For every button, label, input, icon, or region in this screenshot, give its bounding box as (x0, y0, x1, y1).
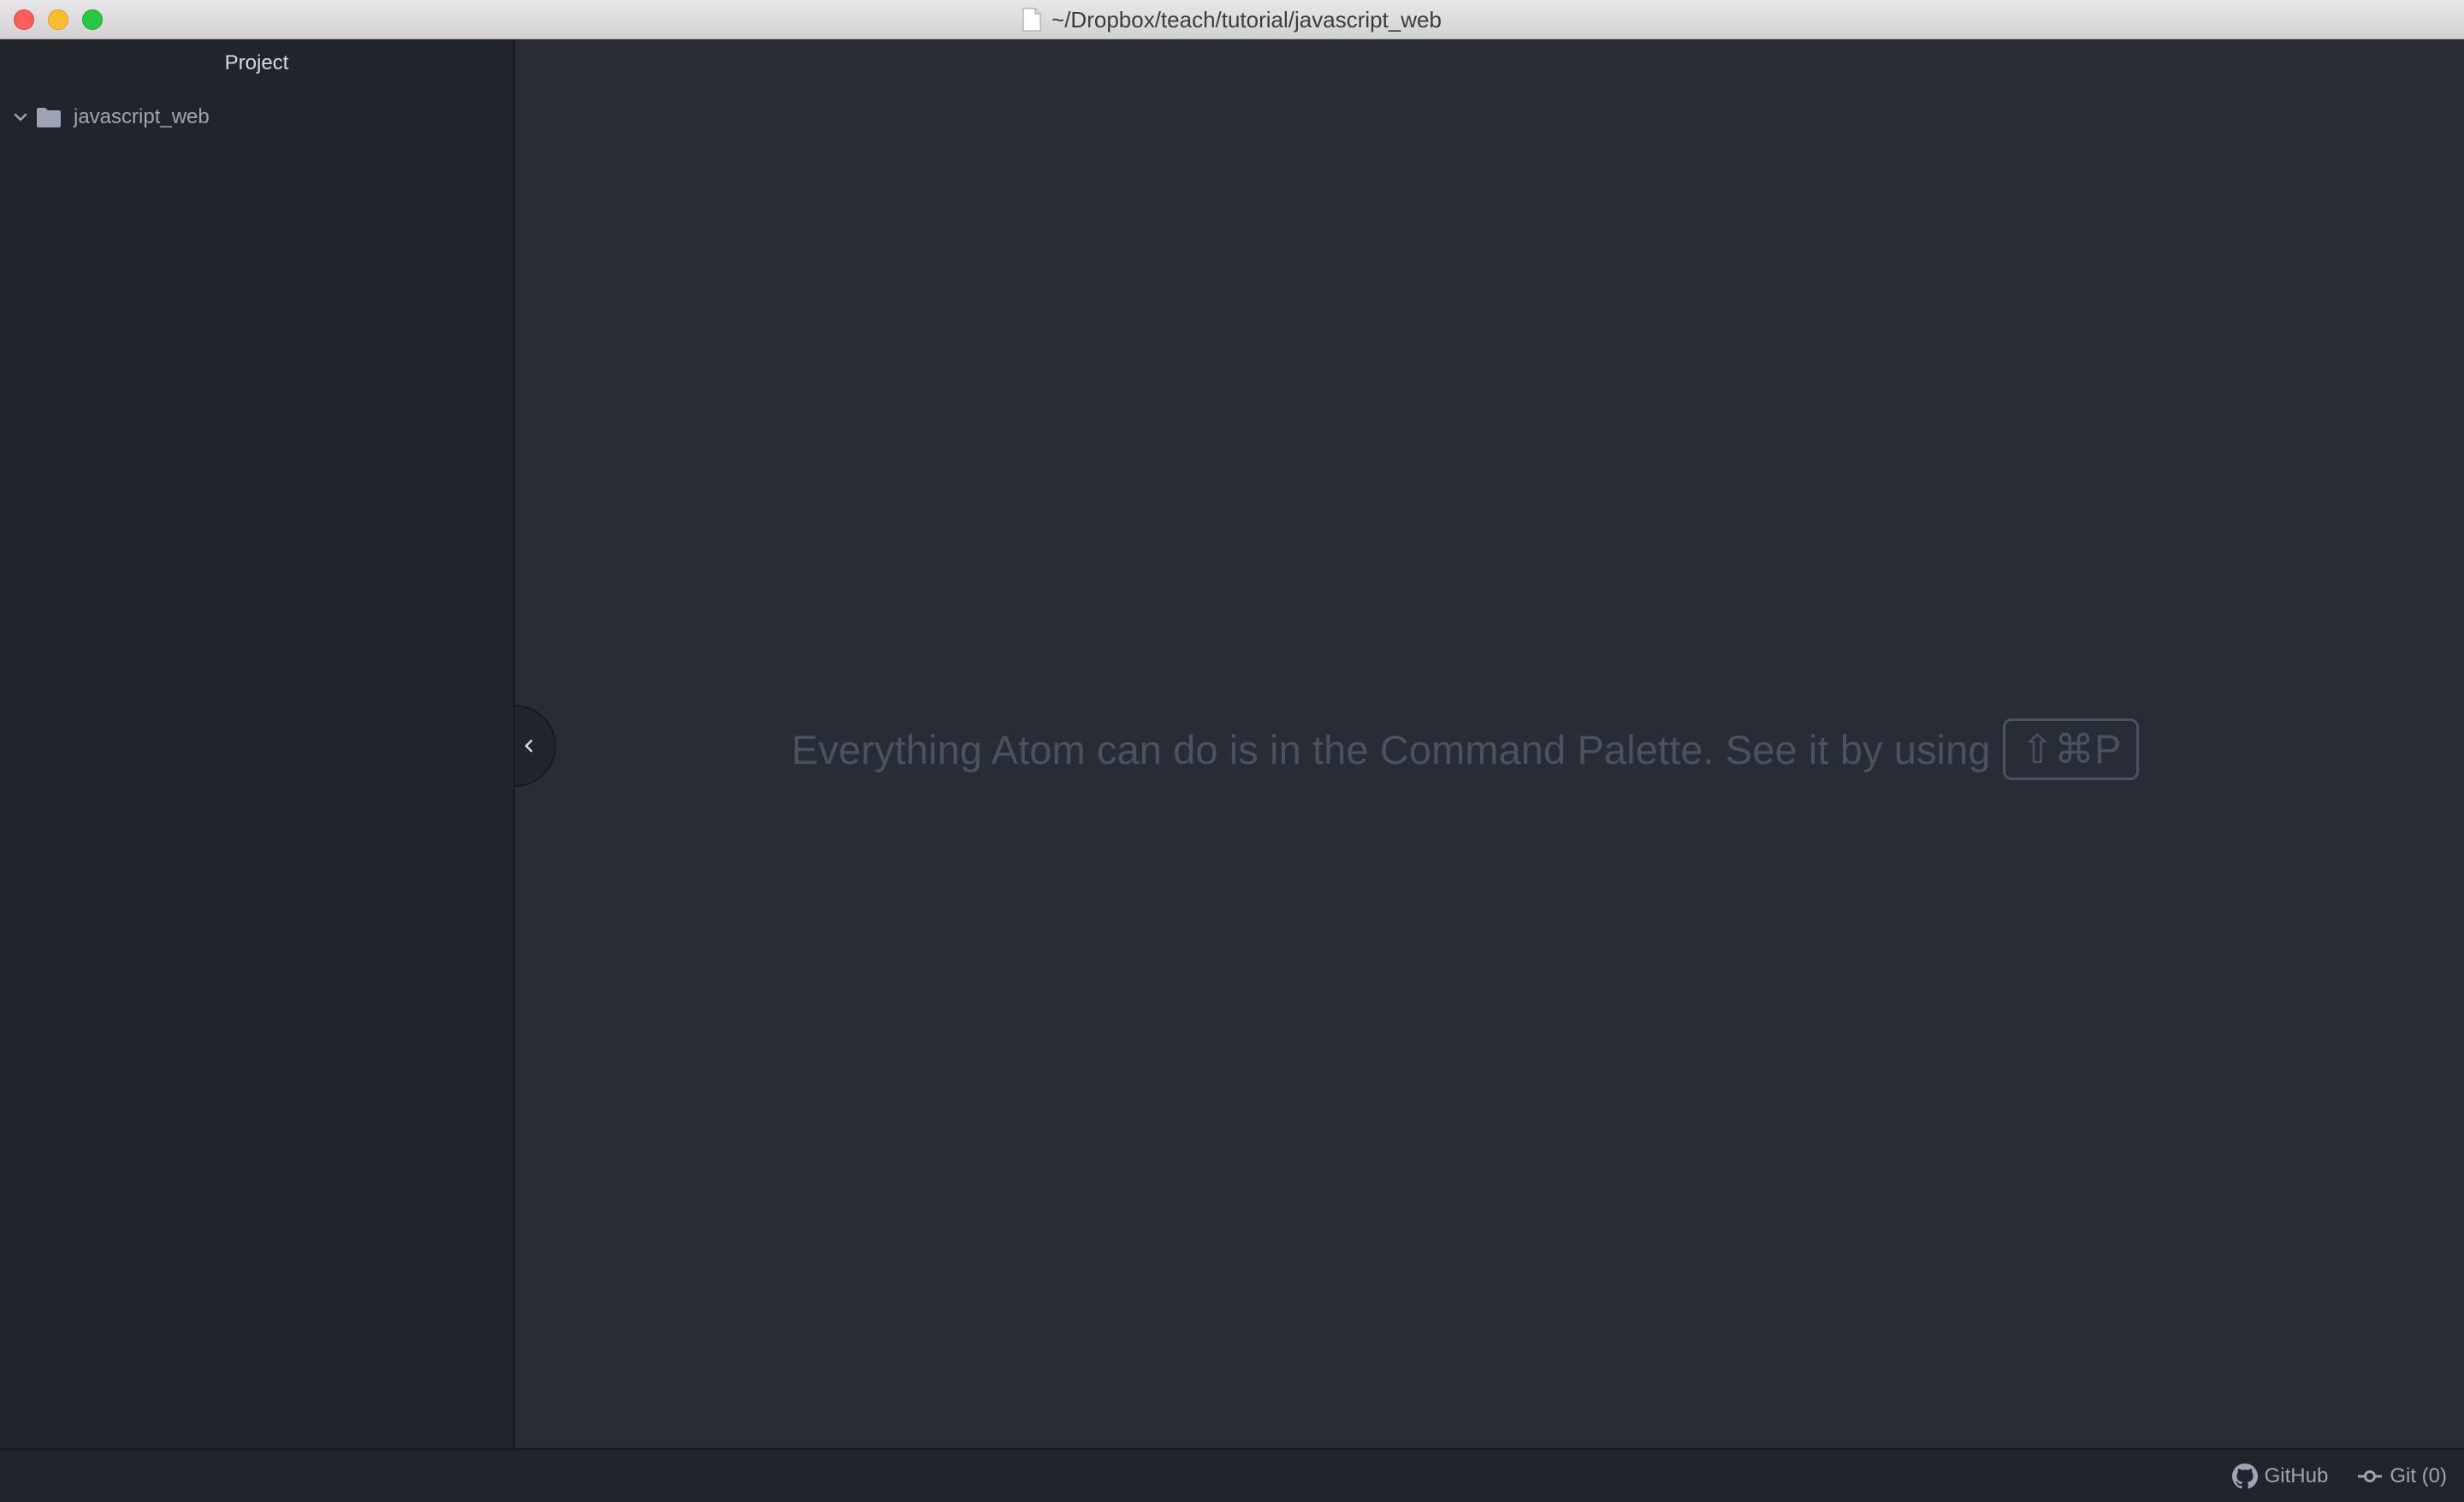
window-title-group: ~/Dropbox/teach/tutorial/javascript_web (0, 0, 2464, 39)
tree-root-label: javascript_web (74, 105, 210, 128)
github-tile-label: GitHub (2264, 1464, 2329, 1487)
welcome-hint: Everything Atom can do is in the Command… (791, 717, 2194, 782)
command-palette-shortcut: ⇧⌘P (2002, 718, 2140, 780)
git-commit-icon (2358, 1469, 2383, 1482)
chevron-left-icon (524, 739, 533, 753)
tree-view-panel: Project javascript_web (0, 39, 515, 1448)
status-bar-right: GitHub Git (0) (2231, 1450, 2447, 1502)
chevron-down-icon[interactable] (12, 109, 29, 126)
window-title: ~/Dropbox/teach/tutorial/javascript_web (1051, 6, 1442, 33)
status-bar: GitHub Git (0) (0, 1448, 2464, 1502)
folder-icon (37, 108, 61, 127)
tab-project[interactable]: Project (0, 39, 513, 87)
welcome-hint-text: Everything Atom can do is in the Command… (791, 726, 1991, 772)
git-tile-button[interactable]: Git (0) (2357, 1464, 2447, 1489)
github-icon (2231, 1463, 2258, 1488)
tab-project-label: Project (224, 51, 289, 74)
git-tile-label: Git (0) (2390, 1464, 2447, 1487)
atom-window: ~/Dropbox/teach/tutorial/javascript_web … (0, 0, 2464, 1502)
document-icon (1022, 8, 1041, 32)
github-tile-button[interactable]: GitHub (2231, 1463, 2329, 1489)
tree-root-folder[interactable]: javascript_web (0, 99, 513, 135)
title-bar: ~/Dropbox/teach/tutorial/javascript_web (0, 0, 2464, 39)
